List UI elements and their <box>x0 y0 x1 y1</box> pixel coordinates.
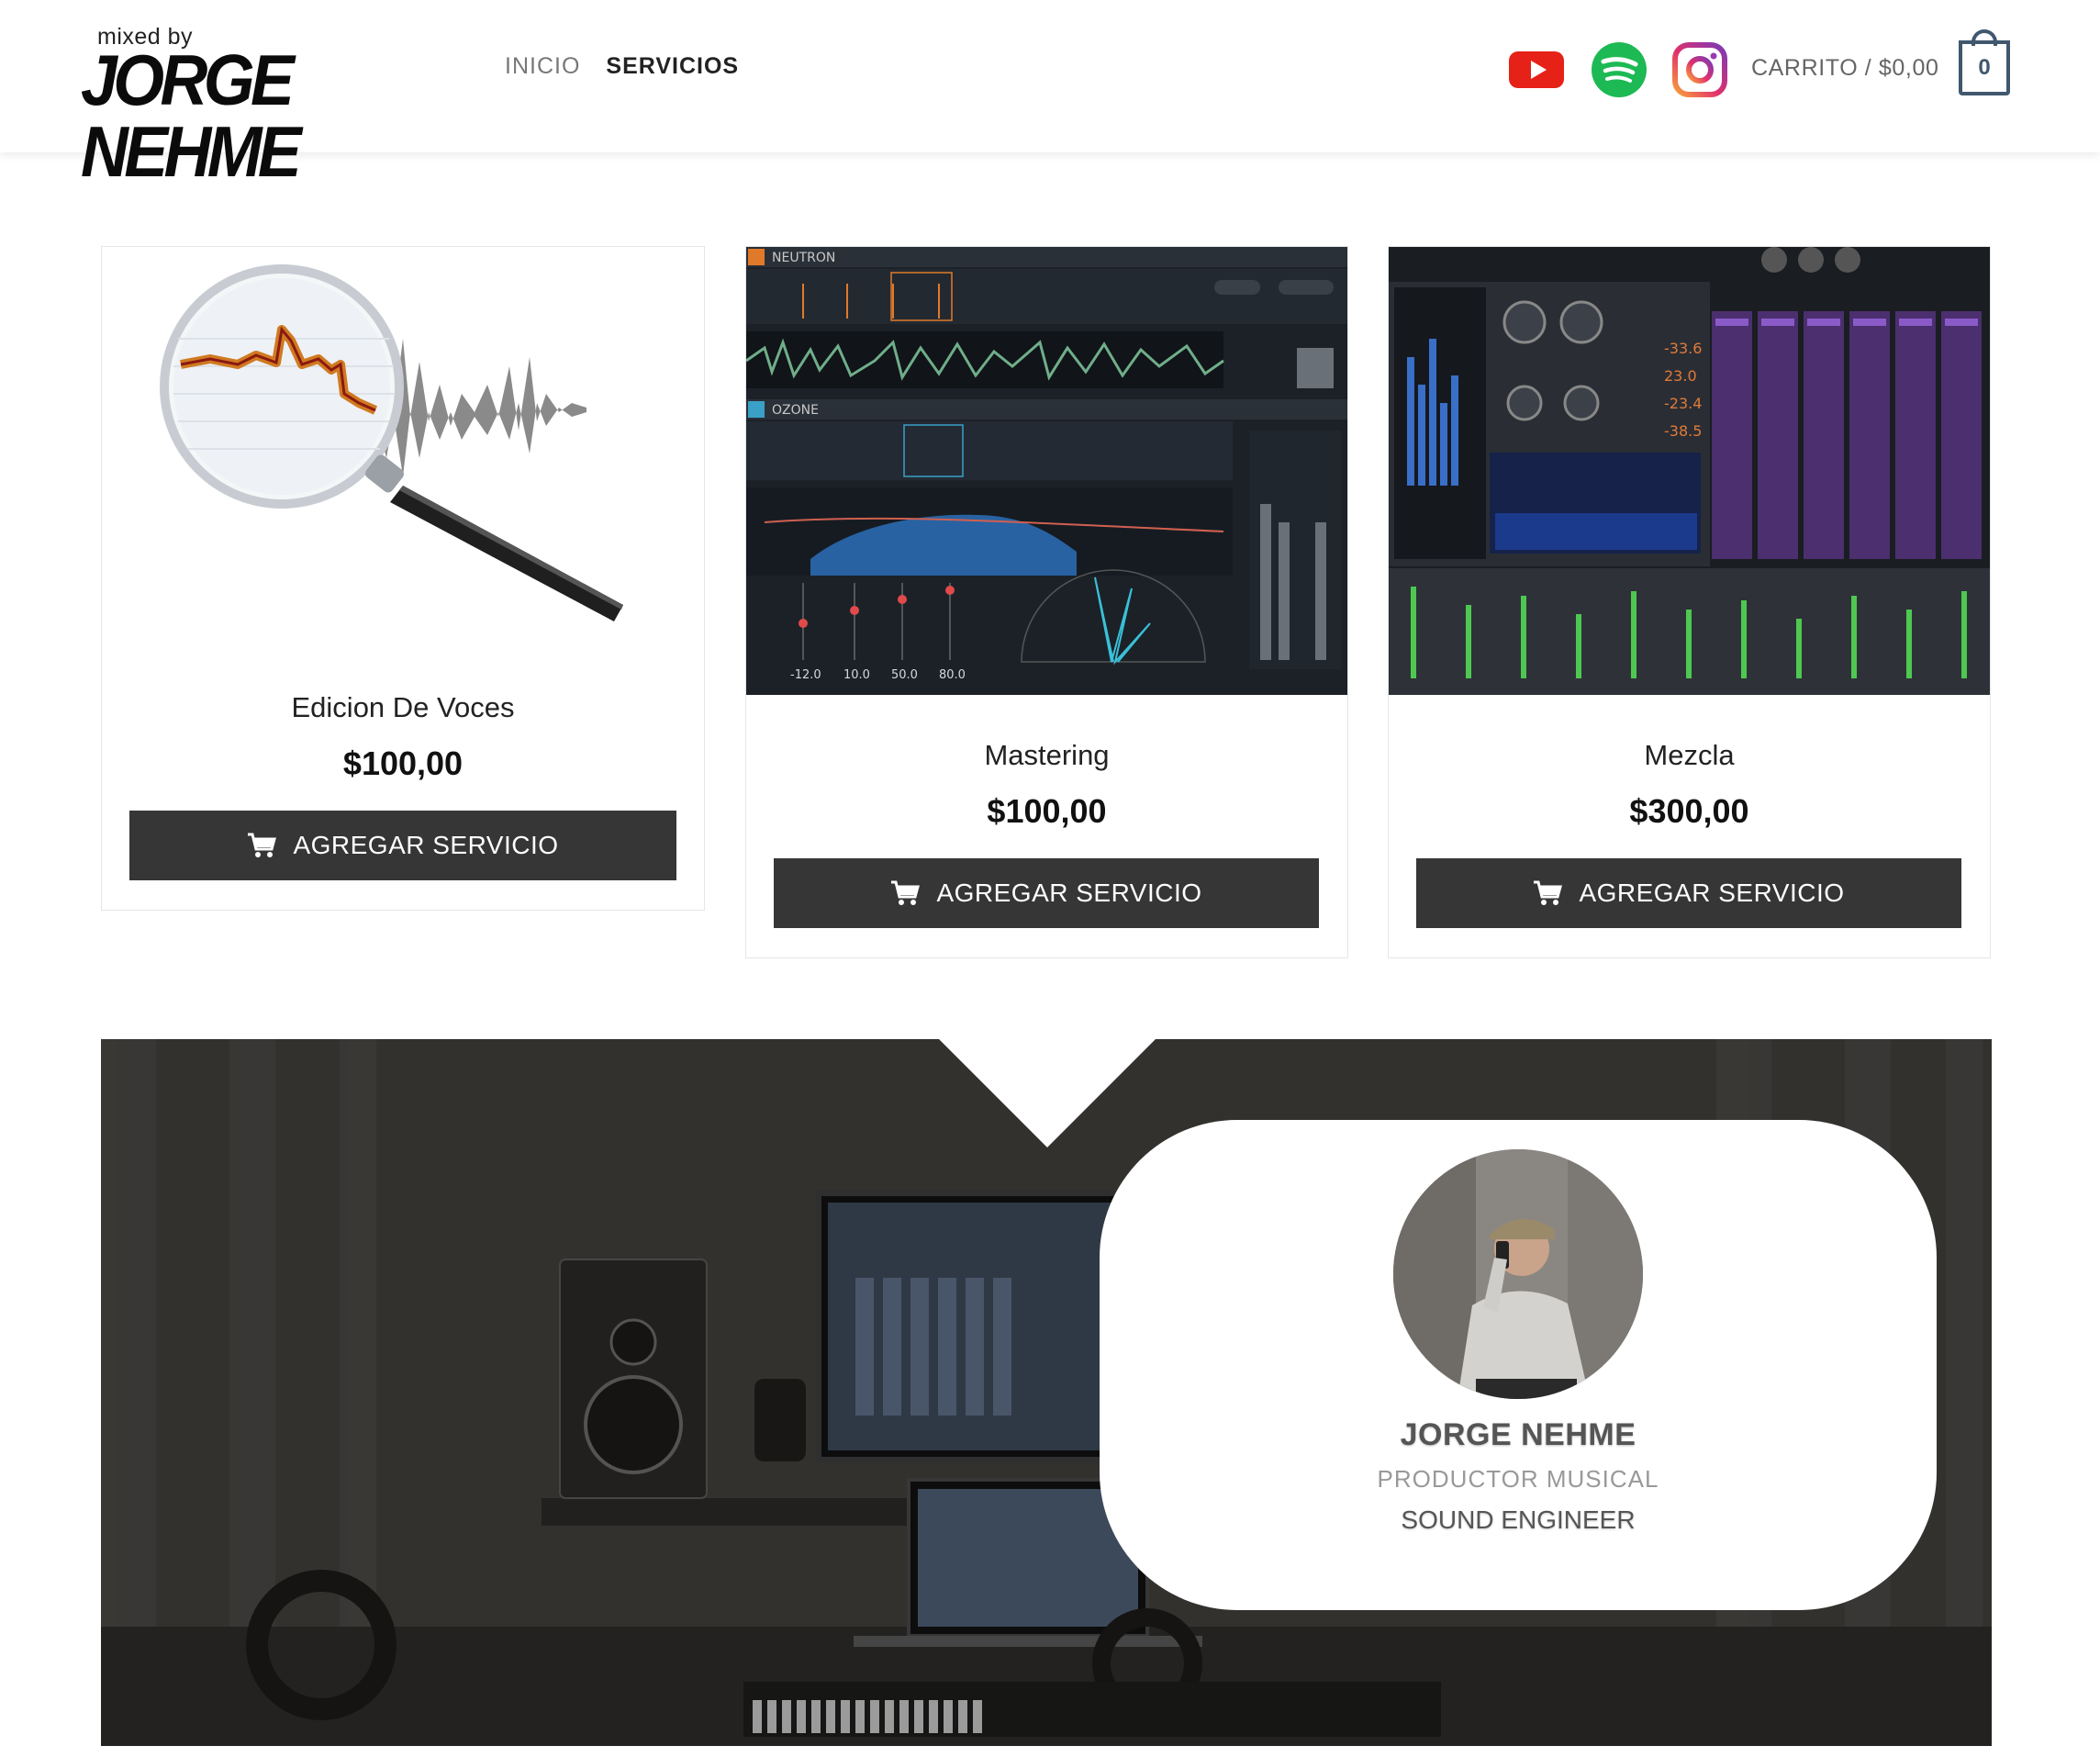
main-nav: INICIO SERVICIOS <box>505 53 739 80</box>
about-section: JORGE NEHME PRODUCTOR MUSICAL SOUND ENGI… <box>101 1039 1992 1746</box>
cart-icon <box>248 833 277 857</box>
profile-role-secondary: SOUND ENGINEER <box>1401 1505 1636 1534</box>
product-price: $100,00 <box>987 792 1107 830</box>
section-notch <box>939 1039 1156 1147</box>
cart-icon <box>1534 880 1563 905</box>
product-card-edicion-de-voces: Edicion De Voces $100,00 AGREGAR SERVICI… <box>101 246 705 911</box>
svg-text:80.0: 80.0 <box>939 668 966 682</box>
product-price: $300,00 <box>1629 792 1749 830</box>
svg-text:NEUTRON: NEUTRON <box>772 251 835 265</box>
nav-inicio[interactable]: INICIO <box>505 53 580 80</box>
profile-role: PRODUCTOR MUSICAL <box>1377 1465 1659 1493</box>
nav-servicios[interactable]: SERVICIOS <box>606 53 739 80</box>
product-image-mixing-console[interactable]: -33.6 23.0 -23.4 -38.5 <box>1389 247 1990 695</box>
svg-text:OZONE: OZONE <box>772 403 819 418</box>
cart-icon <box>891 880 921 905</box>
product-title[interactable]: Mastering <box>746 739 1347 772</box>
add-service-label: AGREGAR SERVICIO <box>1579 878 1845 907</box>
svg-text:-38.5: -38.5 <box>1664 422 1702 440</box>
add-service-button[interactable]: AGREGAR SERVICIO <box>774 858 1319 928</box>
logo-wordmark: JORGE NEHME <box>81 39 302 192</box>
svg-text:-33.6: -33.6 <box>1664 340 1702 357</box>
spotify-icon[interactable] <box>1590 40 1648 99</box>
cart-summary-link[interactable]: CARRITO / $0,00 <box>1751 55 1938 82</box>
youtube-icon[interactable] <box>1507 40 1566 99</box>
svg-text:-12.0: -12.0 <box>790 668 821 682</box>
cart-count-badge[interactable]: 0 <box>1959 40 2010 95</box>
add-service-label: AGREGAR SERVICIO <box>293 831 559 859</box>
product-card-mastering: NEUTRON OZONE -12.0 10.0 50.0 80.0 Maste… <box>745 246 1348 958</box>
instagram-icon[interactable] <box>1670 40 1729 99</box>
svg-text:50.0: 50.0 <box>891 668 918 682</box>
add-service-button[interactable]: AGREGAR SERVICIO <box>129 811 676 880</box>
product-image-magnifier-waveform[interactable] <box>128 256 680 642</box>
product-card-mezcla: -33.6 23.0 -23.4 -38.5 Mezcla $300,00 AG… <box>1388 246 1991 958</box>
svg-text:-23.4: -23.4 <box>1664 395 1702 412</box>
profile-avatar <box>1393 1149 1643 1399</box>
product-title[interactable]: Edicion De Voces <box>102 691 704 724</box>
site-header: mixed by JORGE NEHME INICIO SERVICIOS CA… <box>0 0 2100 187</box>
svg-text:10.0: 10.0 <box>843 668 870 682</box>
product-image-neutron-ozone-plugin[interactable]: NEUTRON OZONE -12.0 10.0 50.0 80.0 <box>746 247 1347 695</box>
profile-name: JORGE NEHME <box>1400 1417 1636 1452</box>
site-logo[interactable]: mixed by JORGE NEHME <box>81 24 457 187</box>
add-service-button[interactable]: AGREGAR SERVICIO <box>1416 858 1961 928</box>
product-title[interactable]: Mezcla <box>1389 739 1990 772</box>
svg-text:23.0: 23.0 <box>1664 367 1697 385</box>
add-service-label: AGREGAR SERVICIO <box>936 878 1202 907</box>
product-price: $100,00 <box>342 744 464 782</box>
